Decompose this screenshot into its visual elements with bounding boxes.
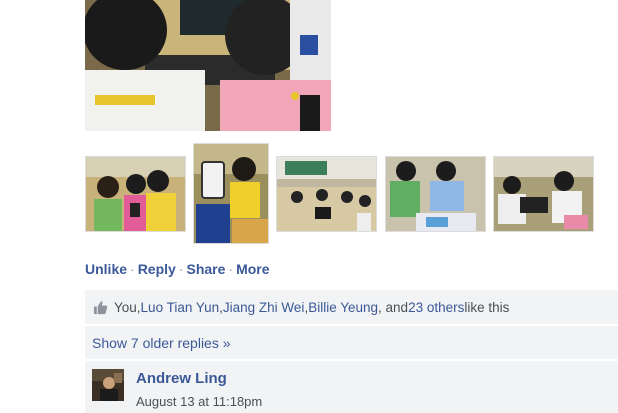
separator: · — [178, 261, 184, 277]
post-actions: Unlike · Reply · Share · More — [85, 261, 270, 277]
photo-thumbnail-2[interactable] — [193, 143, 269, 244]
separator: · — [130, 261, 135, 277]
liker-link[interactable]: Luo Tian Yun — [141, 300, 220, 315]
comment-author[interactable]: Andrew Ling — [136, 370, 227, 387]
separator: · — [228, 261, 234, 277]
reply-link[interactable]: Reply — [138, 261, 176, 277]
liker-link[interactable]: Jiang Zhi Wei — [223, 300, 305, 315]
photo-thumbnail-5[interactable] — [493, 156, 594, 232]
likes-and: , and — [378, 299, 409, 315]
main-photo-image — [85, 0, 331, 131]
unlike-link[interactable]: Unlike — [85, 261, 127, 277]
show-older-replies-link[interactable]: Show 7 older replies » — [85, 326, 618, 359]
photo-thumbnails — [85, 143, 605, 245]
likes-summary: You, Luo Tian Yun, Jiang Zhi Wei, Billie… — [85, 290, 618, 324]
comment-timestamp[interactable]: August 13 at 11:18pm — [136, 394, 262, 409]
avatar[interactable] — [92, 369, 124, 401]
more-link[interactable]: More — [236, 261, 269, 277]
liker-link[interactable]: Billie Yeung — [308, 300, 378, 315]
photo-thumbnail-4[interactable] — [385, 156, 486, 232]
others-link[interactable]: 23 others — [408, 300, 464, 315]
thumbs-up-icon — [93, 300, 108, 314]
comment: Andrew Ling August 13 at 11:18pm — [85, 361, 618, 413]
likes-prefix: You, — [114, 299, 141, 315]
photo-thumbnail-3[interactable] — [276, 156, 377, 232]
likes-suffix: like this — [464, 299, 510, 315]
photo-thumbnail-1[interactable] — [85, 156, 186, 232]
main-photo[interactable] — [85, 0, 331, 131]
share-link[interactable]: Share — [186, 261, 225, 277]
